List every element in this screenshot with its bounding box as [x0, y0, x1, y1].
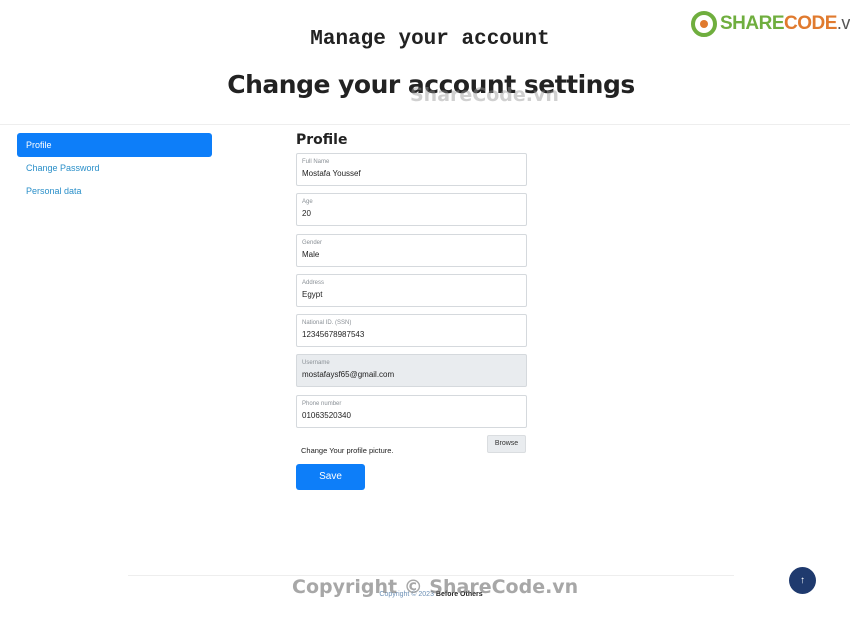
watermark-bottom: Copyright © ShareCode.vn — [292, 576, 579, 598]
full-name-value: Mostafa Youssef — [302, 169, 361, 178]
sidebar-item-personal-data[interactable]: Personal data — [17, 179, 212, 203]
gender-label: Gender — [302, 240, 323, 246]
gender-field[interactable]: Gender Male — [296, 234, 527, 267]
settings-sidebar: Profile Change Password Personal data — [17, 133, 212, 202]
phone-number-field[interactable]: Phone number 01063520340 — [296, 395, 527, 428]
profile-picture-label: Change Your profile picture. — [301, 446, 394, 455]
sidebar-item-profile[interactable]: Profile — [17, 133, 212, 157]
national-id-field[interactable]: National ID. (SSN) 12345678987543 — [296, 314, 527, 347]
address-value: Egypt — [302, 290, 323, 299]
username-label: Username — [302, 360, 330, 366]
arrow-up-icon: ↑ — [800, 575, 805, 586]
national-id-label: National ID. (SSN) — [302, 320, 352, 326]
username-field: Username mostafaysf65@gmail.com — [296, 354, 527, 387]
browse-button[interactable]: Browse — [487, 435, 526, 453]
phone-number-label: Phone number — [302, 401, 342, 407]
full-name-label: Full Name — [302, 159, 330, 165]
username-value: mostafaysf65@gmail.com — [302, 370, 395, 379]
profile-heading: Profile — [296, 132, 348, 148]
national-id-value: 12345678987543 — [302, 330, 365, 339]
phone-number-value: 01063520340 — [302, 411, 351, 420]
scroll-to-top-button[interactable]: ↑ — [789, 567, 816, 594]
manage-account-title: Manage your account — [310, 28, 550, 51]
save-button[interactable]: Save — [296, 464, 365, 490]
header-divider — [0, 124, 850, 125]
age-label: Age — [302, 199, 313, 205]
age-value: 20 — [302, 209, 311, 218]
age-field[interactable]: Age 20 — [296, 193, 527, 226]
address-field[interactable]: Address Egypt — [296, 274, 527, 307]
sidebar-item-change-password[interactable]: Change Password — [17, 156, 212, 180]
watermark-top: ShareCode.vn — [410, 84, 559, 106]
gender-value: Male — [302, 250, 320, 259]
address-label: Address — [302, 280, 325, 286]
full-name-field[interactable]: Full Name Mostafa Youssef — [296, 153, 527, 186]
